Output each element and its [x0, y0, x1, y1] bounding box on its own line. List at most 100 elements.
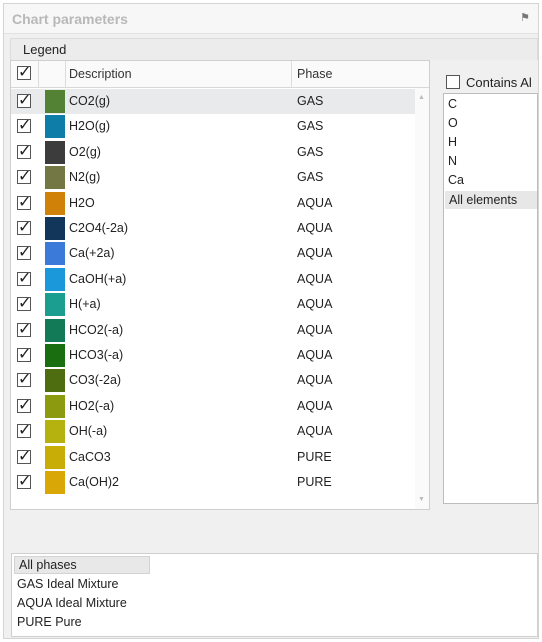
- color-swatch[interactable]: [45, 318, 65, 342]
- row-phase: PURE: [297, 449, 332, 464]
- row-phase: AQUA: [297, 424, 333, 439]
- color-swatch[interactable]: [45, 344, 65, 367]
- table-row[interactable]: ✓ Ca(OH)2 PURE: [11, 470, 416, 495]
- check-icon: ✓: [18, 193, 32, 211]
- check-icon: ✓: [18, 142, 32, 160]
- row-description: N2(g): [69, 170, 101, 185]
- pin-icon[interactable]: ⚑: [520, 11, 530, 24]
- row-phase: AQUA: [297, 195, 333, 210]
- element-item[interactable]: H: [448, 135, 457, 149]
- check-icon: ✓: [18, 371, 32, 389]
- row-checkbox[interactable]: ✓: [17, 371, 31, 388]
- table-row[interactable]: ✓ HO2(-a) AQUA: [11, 394, 416, 419]
- color-swatch[interactable]: [45, 445, 65, 469]
- phases-list: All phases GAS Ideal Mixture AQUA Ideal …: [11, 553, 538, 637]
- column-header-description[interactable]: Description: [69, 61, 132, 88]
- color-swatch[interactable]: [45, 293, 65, 317]
- row-checkbox[interactable]: ✓: [17, 168, 31, 185]
- grid-header: ✓ Description Phase: [11, 61, 429, 88]
- row-checkbox[interactable]: ✓: [17, 92, 31, 109]
- column-header-phase[interactable]: Phase: [297, 61, 332, 88]
- row-phase: AQUA: [297, 348, 333, 362]
- color-swatch[interactable]: [45, 471, 65, 494]
- all-phases-item[interactable]: All phases: [14, 556, 150, 574]
- scroll-up-icon[interactable]: ▲: [418, 94, 425, 101]
- color-swatch[interactable]: [45, 217, 65, 240]
- row-checkbox[interactable]: ✓: [17, 117, 31, 134]
- phase-item[interactable]: AQUA Ideal Mixture: [17, 596, 127, 610]
- table-row[interactable]: ✓ CO2(g) GAS: [11, 89, 416, 115]
- table-row[interactable]: ✓ CaCO3 PURE: [11, 445, 416, 470]
- check-icon: ✓: [18, 117, 32, 135]
- table-row[interactable]: ✓ Ca(+2a) AQUA: [11, 241, 416, 266]
- row-description: OH(-a): [69, 424, 108, 439]
- row-phase: AQUA: [297, 297, 333, 312]
- table-row[interactable]: ✓ N2(g) GAS: [11, 165, 416, 190]
- element-item[interactable]: O: [448, 116, 458, 130]
- table-row[interactable]: ✓ OH(-a) AQUA: [11, 419, 416, 444]
- select-all-checkbox[interactable]: ✓: [17, 64, 31, 81]
- element-item[interactable]: N: [448, 154, 457, 168]
- panel-titlebar: Chart parameters ⚑: [4, 4, 538, 34]
- element-item[interactable]: C: [448, 97, 457, 111]
- color-swatch[interactable]: [45, 90, 65, 113]
- row-description: Ca(OH)2: [69, 475, 120, 489]
- table-row[interactable]: ✓ HCO3(-a) AQUA: [11, 343, 416, 368]
- row-checkbox[interactable]: ✓: [17, 219, 31, 236]
- table-row[interactable]: ✓ H2O(g) GAS: [11, 114, 416, 139]
- row-phase: AQUA: [297, 373, 333, 388]
- row-checkbox[interactable]: ✓: [17, 397, 31, 414]
- table-row[interactable]: ✓ CO3(-2a) AQUA: [11, 368, 416, 393]
- row-checkbox[interactable]: ✓: [17, 244, 31, 261]
- table-row[interactable]: ✓ O2(g) GAS: [11, 140, 416, 165]
- color-swatch[interactable]: [45, 242, 65, 266]
- element-item[interactable]: Ca: [448, 173, 464, 187]
- table-row[interactable]: ✓ H2O AQUA: [11, 191, 416, 216]
- table-row[interactable]: ✓ CaOH(+a) AQUA: [11, 267, 416, 292]
- row-checkbox[interactable]: ✓: [17, 422, 31, 439]
- color-swatch[interactable]: [45, 394, 65, 418]
- all-elements-item[interactable]: All elements: [445, 191, 537, 209]
- color-swatch[interactable]: [45, 191, 65, 215]
- table-row[interactable]: ✓ HCO2(-a) AQUA: [11, 318, 416, 343]
- color-swatch[interactable]: [45, 140, 65, 164]
- phase-item[interactable]: PURE Pure: [17, 615, 82, 629]
- row-phase: AQUA: [297, 271, 333, 286]
- header-separator: [65, 61, 66, 88]
- check-icon: ✓: [18, 447, 32, 465]
- row-checkbox[interactable]: ✓: [17, 270, 31, 287]
- row-description: HCO2(-a): [69, 322, 124, 337]
- contains-all-option[interactable]: Contains Al: [444, 72, 536, 94]
- color-swatch[interactable]: [45, 115, 65, 139]
- row-description: H2O(g): [69, 119, 110, 134]
- row-description: CaCO3: [69, 449, 111, 464]
- color-swatch[interactable]: [45, 420, 65, 444]
- table-row[interactable]: ✓ H(+a) AQUA: [11, 292, 416, 317]
- contains-all-checkbox[interactable]: [446, 75, 460, 89]
- row-checkbox[interactable]: ✓: [17, 473, 31, 490]
- scroll-down-icon[interactable]: ▼: [418, 496, 425, 503]
- row-checkbox[interactable]: ✓: [17, 194, 31, 211]
- color-swatch[interactable]: [45, 166, 65, 190]
- row-checkbox[interactable]: ✓: [17, 321, 31, 338]
- color-swatch[interactable]: [45, 369, 65, 393]
- phase-item[interactable]: GAS Ideal Mixture: [17, 577, 118, 591]
- row-checkbox[interactable]: ✓: [17, 448, 31, 465]
- vertical-scrollbar[interactable]: ▲ ▼: [415, 88, 429, 509]
- row-description: H2O: [69, 195, 95, 210]
- header-separator: [38, 61, 39, 88]
- row-phase: AQUA: [297, 398, 333, 413]
- row-checkbox[interactable]: ✓: [17, 295, 31, 312]
- color-swatch[interactable]: [45, 267, 65, 291]
- row-description: CaOH(+a): [69, 271, 127, 286]
- table-row[interactable]: ✓ C2O4(-2a) AQUA: [11, 216, 416, 241]
- row-description: HCO3(-a): [69, 348, 124, 362]
- row-phase: GAS: [297, 170, 324, 185]
- row-checkbox[interactable]: ✓: [17, 143, 31, 160]
- legend-label: Legend: [23, 42, 67, 57]
- row-phase: AQUA: [297, 322, 333, 337]
- row-phase: PURE: [297, 475, 332, 489]
- check-icon: ✓: [18, 92, 32, 109]
- check-icon: ✓: [18, 168, 32, 186]
- row-checkbox[interactable]: ✓: [17, 346, 31, 363]
